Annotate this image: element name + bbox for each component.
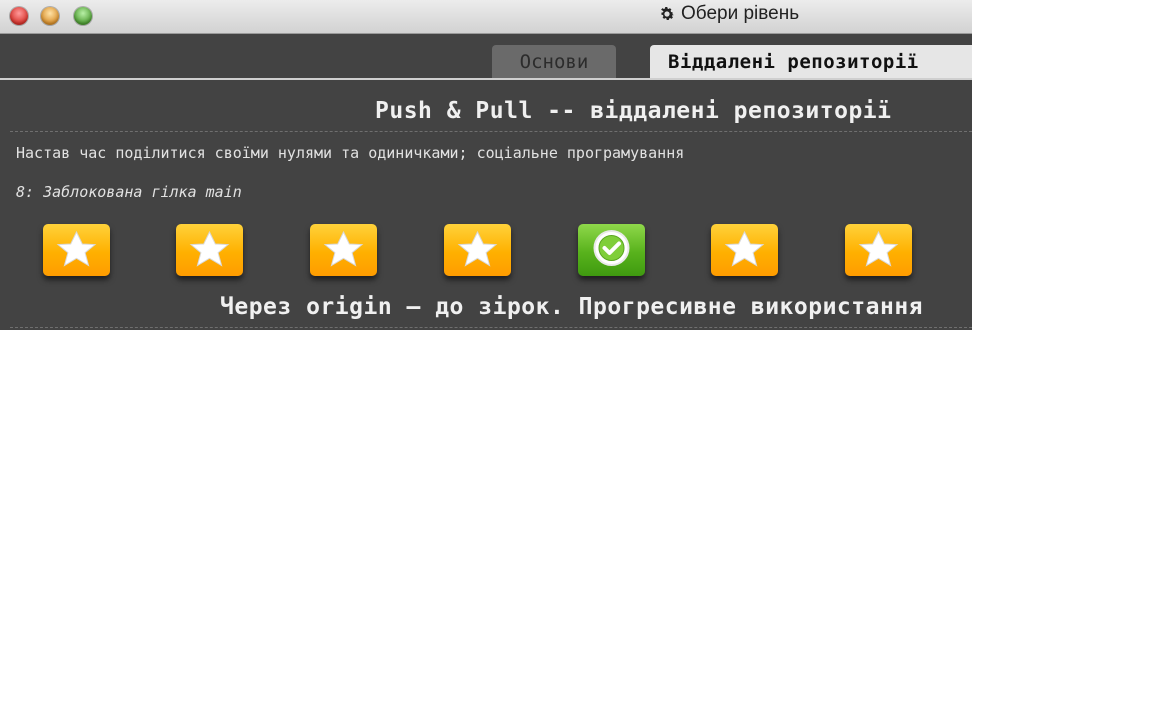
close-window-button[interactable]: [10, 7, 28, 25]
app-window: Обери рівень Основи Віддалені репозиторі…: [0, 0, 972, 330]
gear-icon: [661, 6, 675, 20]
section-divider: [10, 131, 972, 132]
star-icon: [56, 230, 97, 267]
tab-basics[interactable]: Основи: [492, 45, 616, 79]
window-title: Обери рівень: [658, 3, 799, 25]
zoom-window-button[interactable]: [74, 7, 92, 25]
next-section-divider: [10, 327, 972, 328]
level-button-6[interactable]: [711, 224, 778, 276]
star-icon: [858, 230, 899, 267]
level-button-5[interactable]: [578, 224, 645, 276]
minimize-window-button[interactable]: [41, 7, 59, 25]
section-description: Настав час поділитися своїми нулями та о…: [16, 144, 685, 162]
next-section-title: Через origin – до зірок. Прогресивне вик…: [220, 294, 924, 320]
star-icon: [457, 230, 498, 267]
checkmark-icon: [593, 230, 630, 266]
tab-underline: [0, 78, 972, 80]
star-icon: [724, 230, 765, 267]
level-button-2[interactable]: [176, 224, 243, 276]
star-icon: [323, 230, 364, 267]
window-title-text: Обери рівень: [681, 3, 800, 24]
section-title: Push & Pull -- віддалені репозиторії: [375, 98, 892, 124]
title-bar: Обери рівень: [0, 0, 972, 34]
level-button-1[interactable]: [43, 224, 110, 276]
level-button-3[interactable]: [310, 224, 377, 276]
hovered-level-name: 8: Заблокована гілка main: [16, 183, 242, 201]
level-button-7[interactable]: [845, 224, 912, 276]
tab-remote-repositories[interactable]: Віддалені репозиторії: [650, 45, 972, 79]
star-icon: [189, 230, 230, 267]
level-button-4[interactable]: [444, 224, 511, 276]
